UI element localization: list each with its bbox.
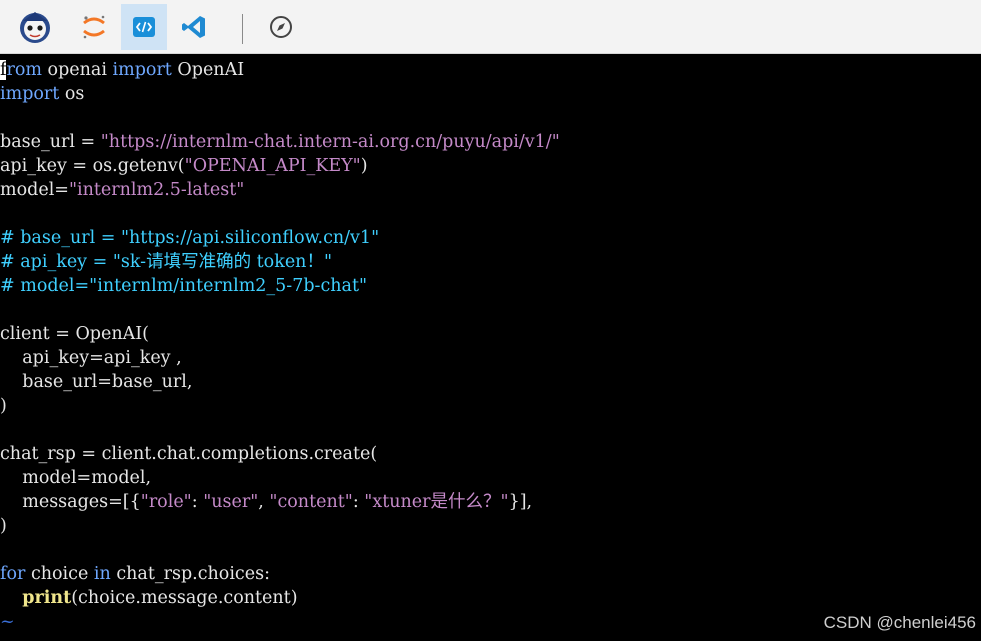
code-line[interactable]: api_key=api_key , bbox=[0, 346, 182, 370]
code-token: import bbox=[112, 60, 172, 80]
code-line[interactable]: base_url = "https://internlm-chat.intern… bbox=[0, 130, 560, 154]
code-line[interactable]: for choice in chat_rsp.choices: bbox=[0, 562, 270, 586]
code-token: ) bbox=[0, 516, 7, 536]
code-token: "https://internlm-chat.intern-ai.org.cn/… bbox=[100, 132, 560, 152]
code-token: "xtuner是什么？" bbox=[364, 492, 509, 512]
code-token: api_key=api_key , bbox=[0, 348, 182, 368]
code-token: rom bbox=[6, 60, 42, 80]
code-line[interactable]: import os bbox=[0, 82, 84, 106]
code-line[interactable]: chat_rsp = client.chat.completions.creat… bbox=[0, 442, 377, 466]
code-line[interactable]: client = OpenAI( bbox=[0, 322, 149, 346]
code-token: api_key = os.getenv( bbox=[0, 156, 185, 176]
mascot-icon[interactable] bbox=[12, 4, 58, 50]
code-token: ~ bbox=[0, 612, 15, 632]
code-token: , bbox=[258, 492, 270, 512]
code-line[interactable]: model="internlm2.5-latest" bbox=[0, 178, 244, 202]
jupyter-icon[interactable] bbox=[71, 4, 117, 50]
code-line[interactable]: api_key = os.getenv("OPENAI_API_KEY") bbox=[0, 154, 368, 178]
code-token: base_url=base_url, bbox=[0, 372, 193, 392]
code-token: OpenAI bbox=[171, 60, 245, 80]
code-token: "content" bbox=[269, 492, 353, 512]
code-token: "role" bbox=[140, 492, 192, 512]
code-token: "OPENAI_API_KEY" bbox=[184, 156, 361, 176]
code-token: # model="internlm/internlm2_5-7b-chat" bbox=[0, 276, 368, 296]
code-line[interactable]: print(choice.message.content) bbox=[0, 586, 298, 610]
code-token: # base_url = "https://api.siliconflow.cn… bbox=[0, 228, 380, 248]
code-token: client = OpenAI( bbox=[0, 324, 149, 344]
code-token: "internlm2.5-latest" bbox=[68, 180, 245, 200]
code-token: import bbox=[0, 84, 60, 104]
code-line[interactable]: base_url=base_url, bbox=[0, 370, 192, 394]
compass-icon[interactable] bbox=[258, 4, 304, 50]
code-line[interactable]: from openai import OpenAI bbox=[0, 58, 244, 82]
code-token: ) bbox=[0, 396, 7, 416]
code-line[interactable]: ) bbox=[0, 514, 7, 538]
code-token: model= bbox=[0, 180, 69, 200]
code-line[interactable]: # base_url = "https://api.siliconflow.cn… bbox=[0, 226, 379, 250]
toolbar bbox=[0, 0, 981, 54]
code-line[interactable]: ~ bbox=[0, 610, 15, 634]
code-token: model=model, bbox=[0, 468, 152, 488]
code-token: openai bbox=[41, 60, 113, 80]
code-token: : bbox=[352, 492, 365, 512]
code-line[interactable]: ) bbox=[0, 394, 7, 418]
code-token: messages=[{ bbox=[0, 492, 141, 512]
code-line[interactable]: messages=[{"role": "user", "content": "x… bbox=[0, 490, 532, 514]
code-token: choice bbox=[25, 564, 94, 584]
code-token: ) bbox=[360, 156, 368, 176]
code-token: chat_rsp.choices: bbox=[110, 564, 270, 584]
code-token: base_url = bbox=[0, 132, 101, 152]
code-token: for bbox=[0, 564, 26, 584]
code-token: chat_rsp = client.chat.completions.creat… bbox=[0, 444, 378, 464]
code-token: in bbox=[93, 564, 111, 584]
code-token: "user" bbox=[203, 492, 259, 512]
code-token: # api_key = "sk-请填写准确的 token！" bbox=[0, 252, 332, 272]
code-token: os bbox=[59, 84, 85, 104]
code-line[interactable]: ~ bbox=[0, 634, 15, 641]
code-token: }], bbox=[508, 492, 533, 512]
code-token: ~ bbox=[0, 636, 15, 641]
code-icon[interactable] bbox=[121, 4, 167, 50]
code-line[interactable]: # model="internlm/internlm2_5-7b-chat" bbox=[0, 274, 367, 298]
code-token: : bbox=[191, 492, 204, 512]
toolbar-separator bbox=[242, 14, 243, 44]
code-editor[interactable]: from openai import OpenAI import os base_u… bbox=[0, 56, 981, 641]
code-line[interactable]: # api_key = "sk-请填写准确的 token！" bbox=[0, 250, 332, 274]
code-token: print bbox=[22, 588, 72, 608]
code-token: (choice.message.content) bbox=[71, 588, 298, 608]
code-line[interactable]: model=model, bbox=[0, 466, 151, 490]
vscode-icon[interactable] bbox=[171, 4, 217, 50]
watermark: CSDN @chenlei456 bbox=[823, 613, 976, 632]
